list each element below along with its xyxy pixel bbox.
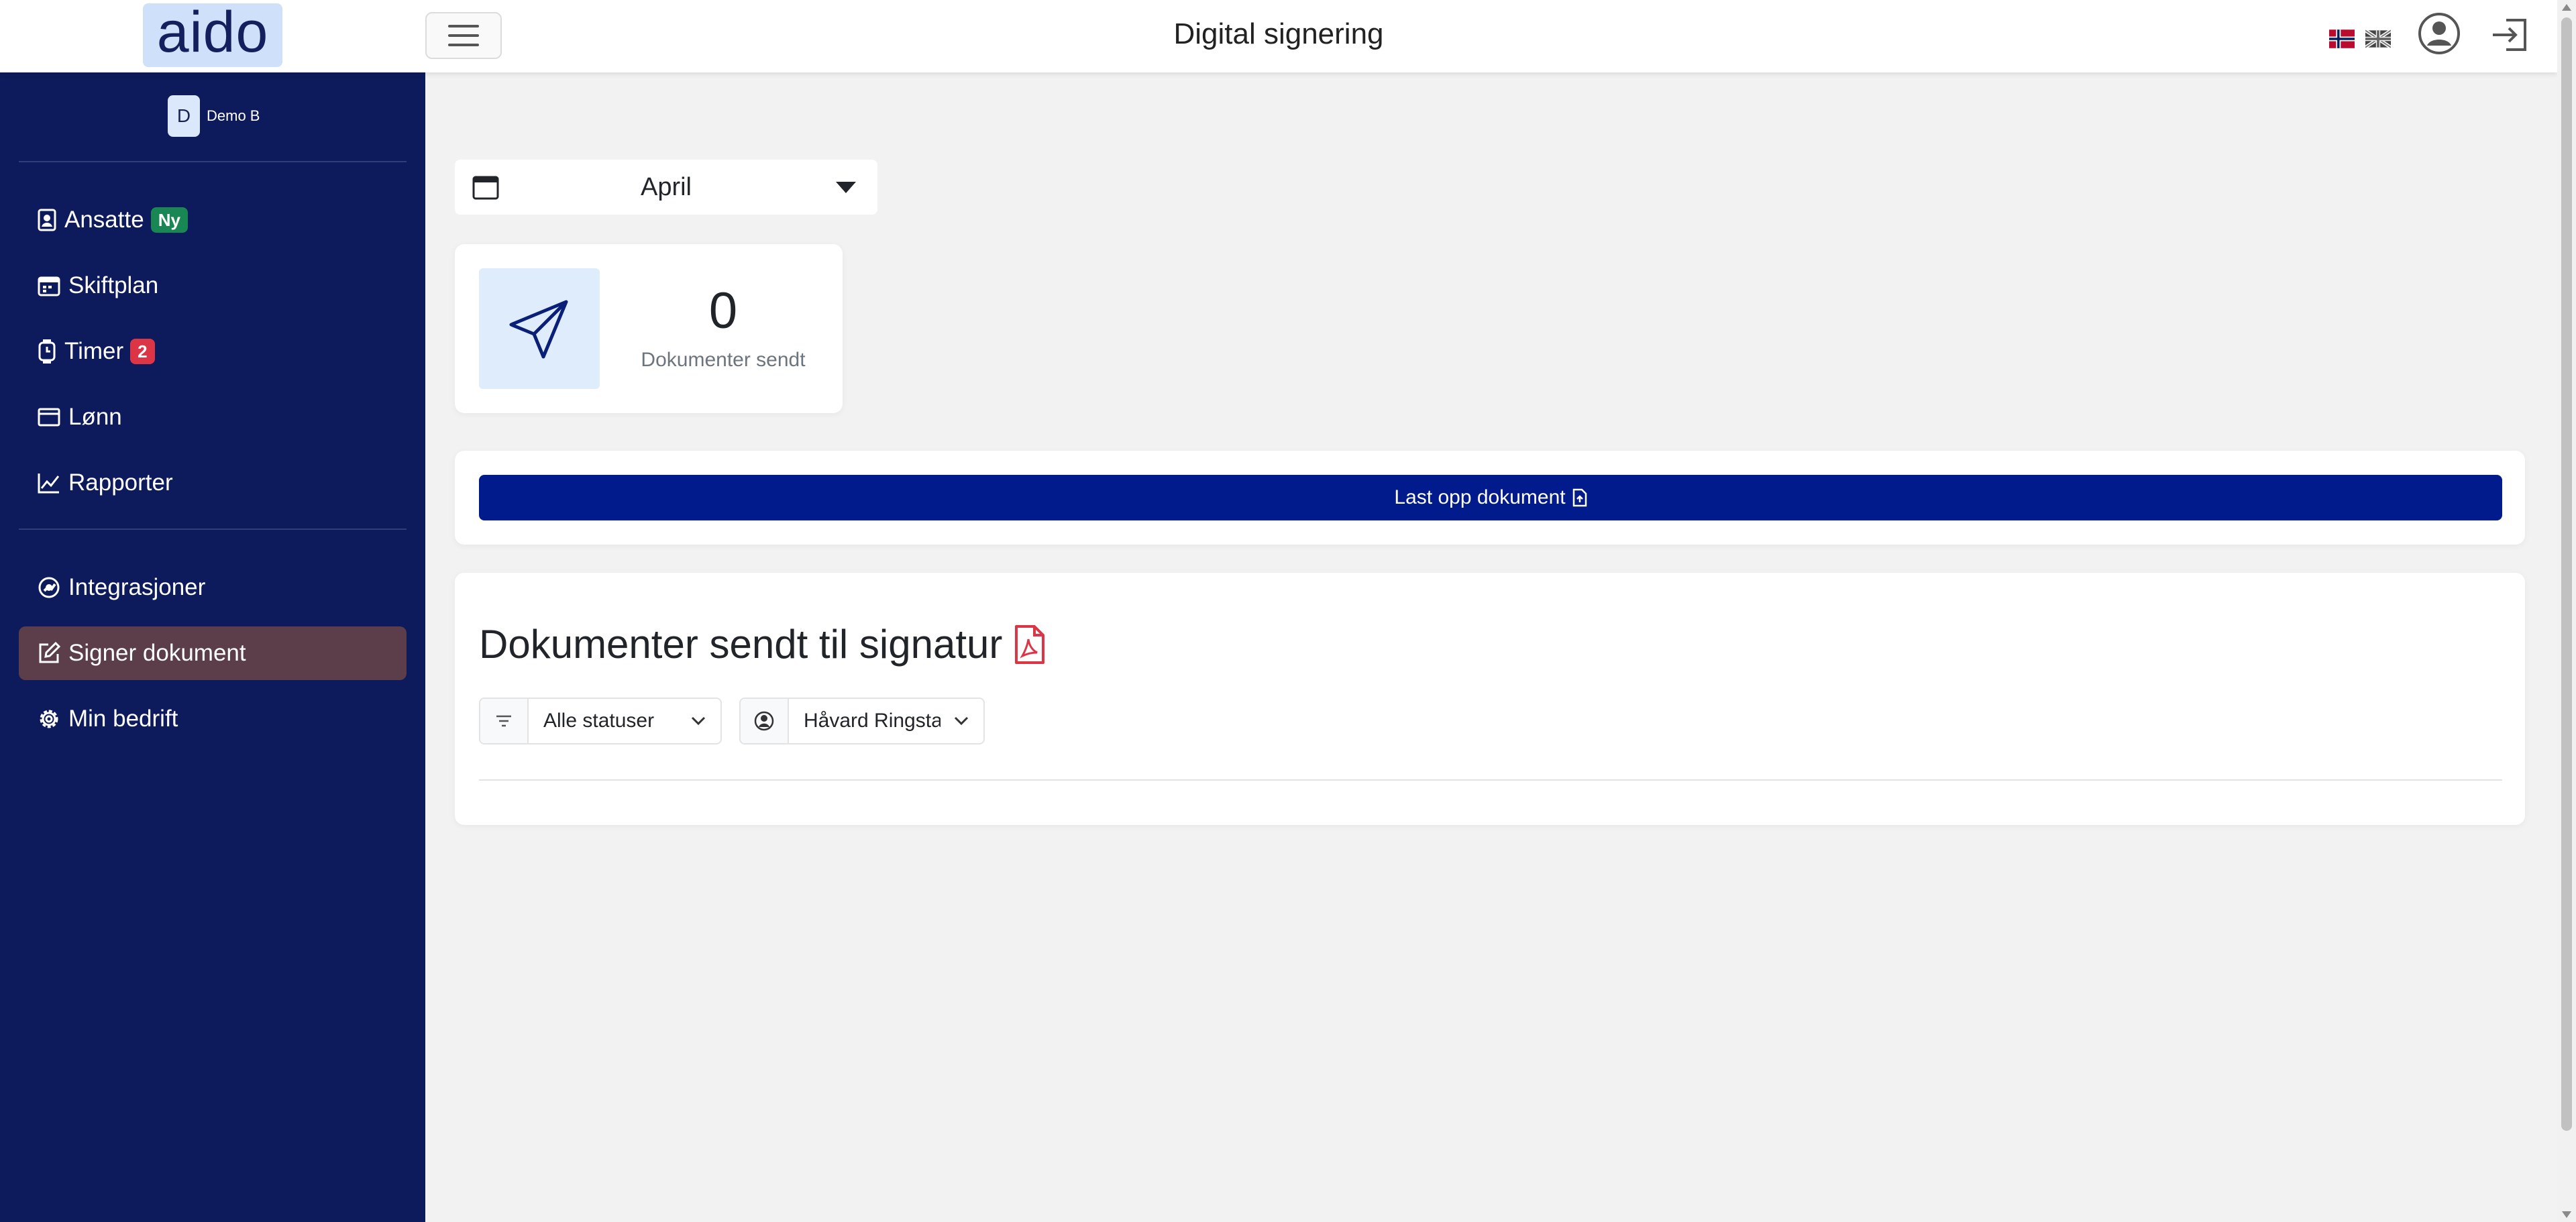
person-addon [741, 699, 789, 743]
page-title: Digital signering [1173, 17, 1384, 50]
sidebar-item-label: Integrasjoner [68, 574, 206, 600]
pdf-file-icon [1015, 624, 1045, 664]
sidebar-divider [19, 161, 407, 162]
person-filter-select[interactable]: Håvard Ringstad [739, 698, 985, 744]
sidebar-item-rapporter[interactable]: Rapporter [19, 456, 407, 510]
uk-flag[interactable] [2365, 30, 2391, 48]
pencil-square-icon [39, 642, 60, 663]
count-badge: 2 [130, 339, 155, 364]
sidebar-item-label: Lønn [68, 404, 122, 430]
user-circle-icon[interactable] [2418, 12, 2461, 55]
scroll-up-arrow-icon[interactable] [2562, 4, 2571, 11]
documents-table-divider [479, 779, 2502, 781]
sidebar-item-integrasjoner[interactable]: Integrasjoner [19, 561, 407, 614]
sidebar-item-lonn[interactable]: Lønn [19, 390, 407, 444]
scroll-down-arrow-icon[interactable] [2562, 1211, 2571, 1218]
calendar-week-icon [38, 276, 60, 296]
stat-icon-box [479, 268, 600, 389]
scroll-thumb[interactable] [2561, 17, 2572, 1131]
upload-document-button[interactable]: Last opp dokument [479, 475, 2502, 520]
sidebar-item-timer[interactable]: Timer 2 [19, 325, 407, 378]
sidebar-item-signer-dokument[interactable]: Signer dokument [19, 626, 407, 680]
month-select[interactable]: April [455, 160, 877, 215]
sidebar-item-label: Min bedrift [68, 706, 178, 732]
top-bar: aido Digital signering [0, 0, 2557, 72]
filter-addon [480, 699, 529, 743]
upload-button-label: Last opp dokument [1394, 486, 1566, 508]
sidebar-item-label: Rapporter [68, 469, 173, 496]
documents-title-text: Dokumenter sendt til signatur [479, 622, 1003, 667]
user-info[interactable]: D Demo B [168, 95, 260, 137]
documents-sent-label: Dokumenter sendt [641, 349, 806, 371]
documents-sent-card: 0 Dokumenter sendt [455, 244, 843, 413]
status-filter-value: Alle statuser [543, 710, 655, 732]
sidebar-item-label: Signer dokument [68, 640, 246, 666]
documents-section-title: Dokumenter sendt til signatur [479, 621, 1045, 667]
caret-down-icon [836, 182, 856, 193]
logout-icon[interactable] [2490, 15, 2530, 55]
sidebar-item-label: Skiftplan [68, 272, 159, 298]
sidebar-item-ansatte[interactable]: Ansatte Ny [19, 193, 407, 247]
chart-line-icon [38, 474, 60, 494]
avatar: D [168, 95, 200, 137]
person-circle-icon [754, 711, 774, 731]
file-upload-icon [1572, 488, 1587, 507]
documents-card: Dokumenter sendt til signatur Alle statu… [455, 573, 2525, 825]
month-value: April [640, 172, 692, 201]
person-badge-icon [38, 209, 56, 231]
gear-icon [40, 710, 58, 728]
wallet-icon [38, 408, 60, 427]
new-badge: Ny [150, 207, 188, 233]
sidebar-item-min-bedrift[interactable]: Min bedrift [19, 692, 407, 746]
status-filter-select[interactable]: Alle statuser [479, 698, 722, 744]
sidebar-item-label: Timer [64, 338, 124, 364]
sidebar: D Demo B Ansatte Ny Skiftplan Timer 2 Lø… [0, 72, 425, 1222]
page-scrollbar[interactable] [2557, 0, 2576, 1222]
sidebar-item-label: Ansatte [64, 207, 144, 233]
chevron-down-icon [691, 716, 706, 726]
sidebar-divider [19, 529, 407, 530]
chevron-down-icon [954, 716, 969, 726]
documents-sent-count: 0 [708, 282, 738, 339]
norway-flag[interactable] [2329, 30, 2355, 48]
sidebar-item-skiftplan[interactable]: Skiftplan [19, 259, 407, 313]
filter-icon [496, 715, 511, 727]
upload-card: Last opp dokument [455, 451, 2525, 545]
smartwatch-icon [38, 339, 56, 364]
send-icon [509, 300, 568, 359]
integration-icon [38, 577, 60, 598]
user-name: Demo B [207, 107, 260, 124]
person-filter-value: Håvard Ringstad [804, 710, 941, 732]
